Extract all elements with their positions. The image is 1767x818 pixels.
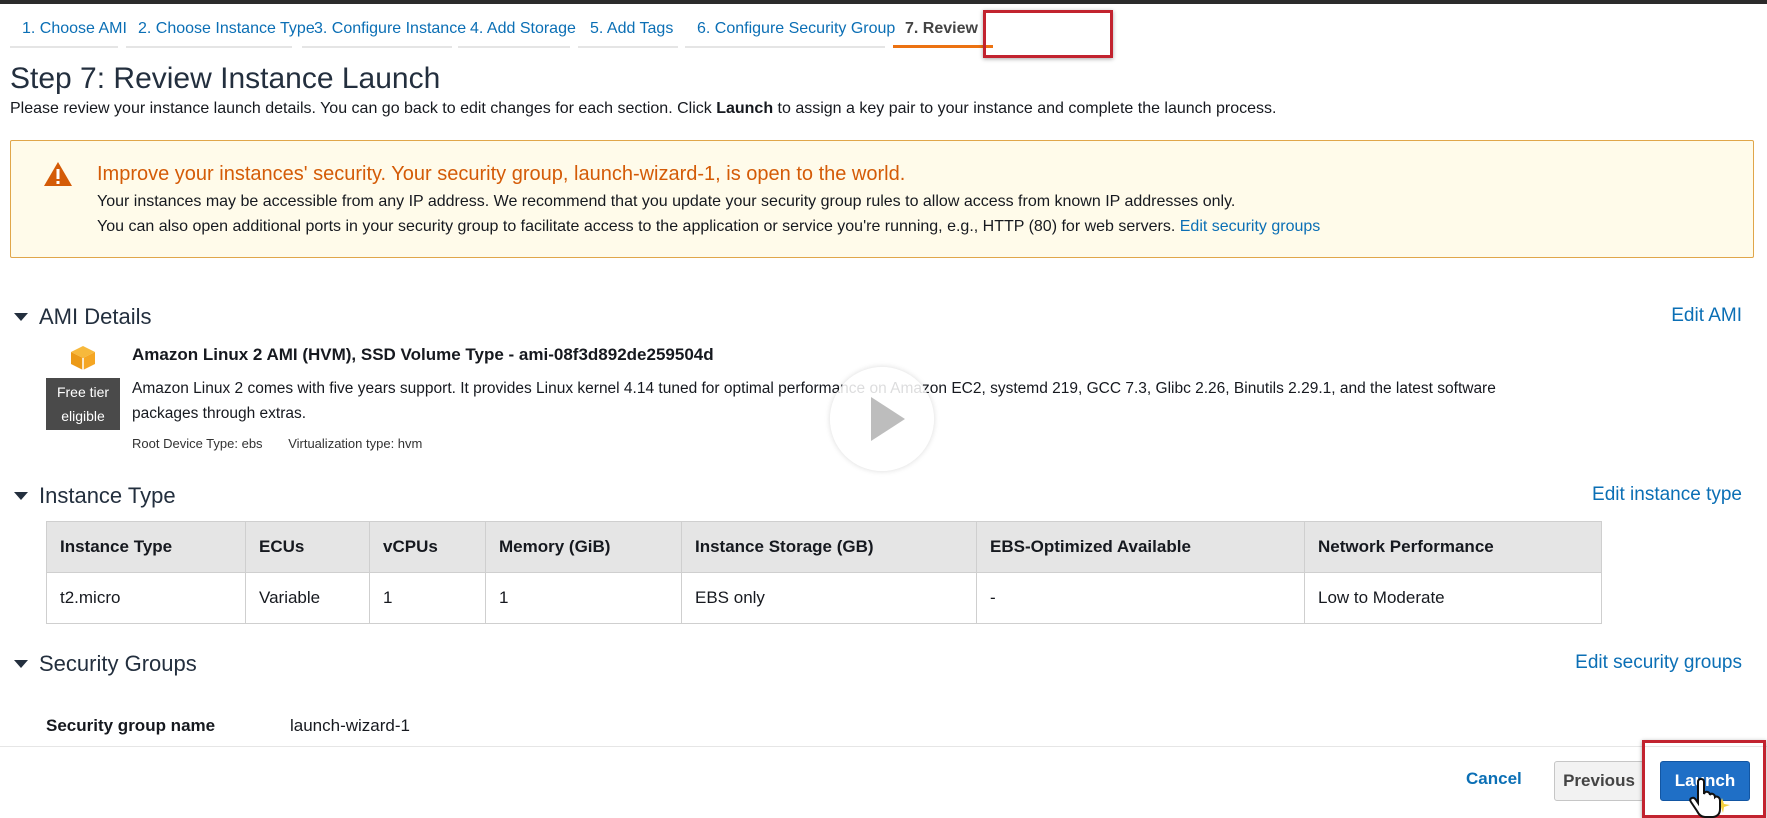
review-page: 1. Choose AMI 2. Choose Instance Type 3.… bbox=[0, 0, 1767, 818]
column-header: EBS-Optimized Available bbox=[976, 521, 1305, 573]
table-header-row: Instance Type ECUs vCPUs Memory (GiB) In… bbox=[46, 521, 1602, 573]
free-tier-line-1: Free tier bbox=[56, 384, 110, 400]
security-groups-heading[interactable]: Security Groups bbox=[39, 651, 197, 677]
review-tab-highlight bbox=[983, 10, 1113, 58]
table-cell: EBS only bbox=[681, 572, 977, 624]
tab-configure-instance[interactable]: 3. Configure Instance bbox=[302, 4, 466, 48]
column-header: vCPUs bbox=[369, 521, 486, 573]
edit-security-groups-link[interactable]: Edit security groups bbox=[1575, 652, 1742, 674]
cancel-button[interactable]: Cancel bbox=[1466, 769, 1522, 789]
footer-bar: Cancel Previous Launch bbox=[0, 746, 1767, 818]
video-play-icon[interactable] bbox=[830, 367, 934, 471]
column-header: Instance Type bbox=[46, 521, 246, 573]
ami-collapse-caret-icon[interactable] bbox=[14, 313, 28, 321]
warning-title: Improve your instances' security. Your s… bbox=[97, 163, 906, 185]
column-header: Memory (GiB) bbox=[485, 521, 682, 573]
tab-configure-security-group[interactable]: 6. Configure Security Group bbox=[685, 4, 895, 48]
tab-review[interactable]: 7. Review bbox=[893, 4, 993, 48]
table-cell: 1 bbox=[485, 572, 682, 624]
tab-add-tags[interactable]: 5. Add Tags bbox=[578, 4, 678, 48]
tab-choose-ami[interactable]: 1. Choose AMI bbox=[10, 4, 127, 48]
instance-type-collapse-caret-icon[interactable] bbox=[14, 492, 28, 500]
intro-launch-word: Launch bbox=[716, 100, 774, 117]
previous-button[interactable]: Previous bbox=[1554, 761, 1644, 801]
table-cell: - bbox=[976, 572, 1305, 624]
warning-line-1: Your instances may be accessible from an… bbox=[97, 193, 1236, 210]
ami-cube-icon bbox=[71, 346, 95, 370]
warning-icon bbox=[44, 162, 72, 186]
ami-details-heading[interactable]: AMI Details bbox=[39, 304, 151, 330]
column-header: Network Performance bbox=[1304, 521, 1602, 573]
table-cell: Low to Moderate bbox=[1304, 572, 1602, 624]
table-cell: Variable bbox=[245, 572, 370, 624]
warning-edit-security-groups-link[interactable]: Edit security groups bbox=[1180, 218, 1321, 235]
table-row: t2.micro Variable 1 1 EBS only - Low to … bbox=[46, 572, 1602, 624]
hand-pointer-cursor-icon bbox=[1689, 778, 1730, 818]
warning-line-2-text: You can also open additional ports in yo… bbox=[97, 218, 1176, 235]
table-cell: t2.micro bbox=[46, 572, 246, 624]
column-header: Instance Storage (GB) bbox=[681, 521, 977, 573]
warning-line-2: You can also open additional ports in yo… bbox=[97, 218, 1320, 236]
security-warning-banner: Improve your instances' security. Your s… bbox=[10, 140, 1754, 258]
root-device-type: Root Device Type: ebs bbox=[132, 436, 263, 451]
intro-text-end: to assign a key pair to your instance an… bbox=[773, 100, 1277, 117]
tab-choose-instance-type[interactable]: 2. Choose Instance Type bbox=[126, 4, 315, 48]
ami-meta: Root Device Type: ebs Virtualization typ… bbox=[132, 436, 444, 451]
security-group-name-value: launch-wizard-1 bbox=[290, 716, 410, 735]
edit-instance-type-link[interactable]: Edit instance type bbox=[1592, 484, 1742, 506]
security-group-name-label: Security group name bbox=[46, 716, 216, 735]
free-tier-line-2: eligible bbox=[61, 408, 105, 424]
security-groups-collapse-caret-icon[interactable] bbox=[14, 660, 28, 668]
column-header: ECUs bbox=[245, 521, 370, 573]
free-tier-badge: Free tier eligible bbox=[46, 378, 120, 430]
table-cell: 1 bbox=[369, 572, 486, 624]
instance-type-heading[interactable]: Instance Type bbox=[39, 483, 176, 509]
ami-name: Amazon Linux 2 AMI (HVM), SSD Volume Typ… bbox=[132, 345, 714, 364]
edit-ami-link[interactable]: Edit AMI bbox=[1671, 305, 1742, 327]
intro-text-start: Please review your instance launch detai… bbox=[10, 100, 717, 117]
tab-add-storage[interactable]: 4. Add Storage bbox=[458, 4, 576, 48]
instance-type-table: Instance Type ECUs vCPUs Memory (GiB) In… bbox=[46, 521, 1602, 624]
page-intro: Please review your instance launch detai… bbox=[10, 100, 1277, 118]
virtualization-type: Virtualization type: hvm bbox=[288, 436, 423, 451]
page-title: Step 7: Review Instance Launch bbox=[10, 62, 441, 95]
